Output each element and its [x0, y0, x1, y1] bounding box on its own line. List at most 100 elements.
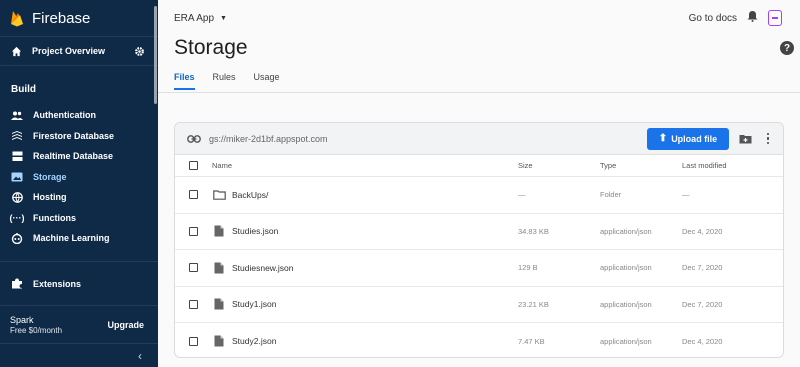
- sidebar-item-storage[interactable]: Storage: [0, 167, 158, 188]
- table-row[interactable]: Study1.json 23.21 KB application/json De…: [175, 287, 783, 323]
- file-modified: Dec 4, 2020: [682, 336, 723, 346]
- upload-label: Upload file: [671, 133, 718, 144]
- sidebar-item-extensions[interactable]: Extensions: [0, 266, 158, 302]
- sidebar-item-authentication[interactable]: Authentication: [0, 105, 158, 126]
- project-overview-label: Project Overview: [32, 46, 106, 56]
- bell-icon[interactable]: [747, 9, 758, 27]
- file-type: application/json: [600, 336, 652, 346]
- extensions-icon: [11, 278, 23, 289]
- project-name: ERA App: [174, 12, 215, 24]
- database-icon: [11, 150, 23, 162]
- home-icon: [11, 46, 22, 56]
- row-checkbox[interactable]: [189, 299, 198, 309]
- more-vert-icon[interactable]: [761, 132, 775, 145]
- sidebar-item-label: Firestore Database: [33, 130, 115, 141]
- image-icon: [11, 171, 23, 183]
- file-type: application/json: [600, 226, 652, 236]
- sidebar-divider: [0, 260, 158, 262]
- tabs-divider: [158, 92, 800, 93]
- sidebar-item-realtime-database[interactable]: Realtime Database: [0, 146, 158, 167]
- tab-files[interactable]: Files: [174, 72, 195, 90]
- tab-bar: Files Rules Usage: [174, 72, 298, 90]
- file-modified: Dec 4, 2020: [682, 226, 723, 236]
- upload-icon: ⬆: [658, 133, 668, 144]
- brand-header[interactable]: Firebase: [0, 0, 158, 36]
- file-type: application/json: [600, 299, 652, 309]
- plan-price: Free $0/month: [10, 326, 63, 335]
- new-folder-icon[interactable]: [737, 134, 753, 144]
- file-browser-card: gs://miker-2d1bf.appspot.com ⬆ Upload fi…: [174, 122, 784, 358]
- globe-icon: [11, 191, 23, 203]
- link-icon[interactable]: [187, 130, 201, 148]
- row-checkbox[interactable]: [189, 336, 198, 346]
- page-title: Storage: [174, 36, 248, 59]
- file-name[interactable]: Study2.json: [232, 336, 276, 346]
- col-type-header[interactable]: Type: [600, 161, 682, 170]
- file-name[interactable]: Study1.json: [232, 299, 276, 309]
- table-row[interactable]: Studiesnew.json 129 B application/json D…: [175, 250, 783, 287]
- file-size: 23.21 KB: [518, 299, 549, 309]
- upload-file-button[interactable]: ⬆ Upload file: [647, 127, 729, 150]
- file-modified: —: [682, 190, 690, 200]
- sidebar-item-firestore[interactable]: Firestore Database: [0, 126, 158, 147]
- sidebar-scrollbar[interactable]: [154, 6, 157, 104]
- file-size: —: [518, 190, 526, 200]
- col-size-header[interactable]: Size: [518, 161, 600, 170]
- project-selector[interactable]: ERA App ▼: [174, 13, 227, 24]
- bucket-toolbar: gs://miker-2d1bf.appspot.com ⬆ Upload fi…: [175, 123, 783, 155]
- file-size: 34.83 KB: [518, 226, 549, 236]
- sidebar-item-label: Hosting: [33, 192, 67, 203]
- chevron-left-icon: ‹: [138, 348, 142, 363]
- people-icon: [11, 109, 23, 121]
- file-icon: [212, 261, 226, 275]
- sidebar-item-label: Functions: [33, 212, 76, 223]
- file-modified: Dec 7, 2020: [682, 299, 723, 309]
- row-checkbox[interactable]: [189, 263, 198, 273]
- sidebar-item-label: Storage: [33, 171, 67, 182]
- file-icon: [212, 224, 226, 238]
- row-checkbox[interactable]: [189, 226, 198, 236]
- avatar[interactable]: [768, 10, 782, 26]
- select-all-checkbox[interactable]: [189, 161, 198, 170]
- col-name-header[interactable]: Name: [212, 161, 518, 170]
- file-icon: [212, 297, 226, 311]
- robot-icon: [11, 232, 23, 244]
- col-modified-header[interactable]: Last modified: [682, 161, 727, 170]
- settings-gear-icon[interactable]: [128, 40, 150, 62]
- sidebar-item-functions[interactable]: (···) Functions: [0, 208, 158, 229]
- functions-icon: (···): [9, 212, 25, 223]
- title-row: Storage ?: [174, 36, 794, 60]
- plan-name: Spark: [10, 315, 34, 325]
- row-checkbox[interactable]: [189, 190, 198, 200]
- account-badge-icon: [772, 17, 778, 19]
- sidebar-item-machine-learning[interactable]: Machine Learning: [0, 228, 158, 249]
- file-modified: Dec 7, 2020: [682, 263, 723, 273]
- file-name[interactable]: BackUps/: [232, 190, 268, 200]
- help-icon[interactable]: ?: [780, 41, 794, 55]
- build-section-title: Build: [11, 84, 36, 95]
- folder-icon: [212, 188, 226, 202]
- tab-rules[interactable]: Rules: [213, 72, 236, 90]
- caret-down-icon: ▼: [220, 14, 227, 22]
- plan-section: Spark Free $0/month Upgrade: [0, 305, 158, 343]
- file-icon: [212, 334, 226, 348]
- table-header-row: Name Size Type Last modified: [175, 155, 783, 177]
- file-size: 129 B: [518, 263, 538, 273]
- table-row[interactable]: Studies.json 34.83 KB application/json D…: [175, 214, 783, 250]
- sidebar: Firebase Project Overview Build Authenti…: [0, 0, 158, 367]
- top-bar: ERA App ▼ Go to docs: [158, 0, 800, 36]
- collapse-sidebar-button[interactable]: ‹: [0, 343, 158, 367]
- project-overview-item[interactable]: Project Overview: [0, 36, 158, 66]
- bucket-path[interactable]: gs://miker-2d1bf.appspot.com: [209, 134, 328, 144]
- firestore-icon: [11, 130, 23, 142]
- file-type: application/json: [600, 263, 652, 273]
- table-row[interactable]: BackUps/ — Folder —: [175, 177, 783, 214]
- sidebar-item-hosting[interactable]: Hosting: [0, 187, 158, 208]
- go-to-docs-link[interactable]: Go to docs: [689, 13, 737, 24]
- file-name[interactable]: Studies.json: [232, 226, 278, 236]
- upgrade-button[interactable]: Upgrade: [107, 320, 144, 330]
- sidebar-item-label: Realtime Database: [33, 151, 114, 162]
- tab-usage[interactable]: Usage: [254, 72, 280, 90]
- table-row[interactable]: Study2.json 7.47 KB application/json Dec…: [175, 323, 783, 357]
- file-name[interactable]: Studiesnew.json: [232, 263, 293, 273]
